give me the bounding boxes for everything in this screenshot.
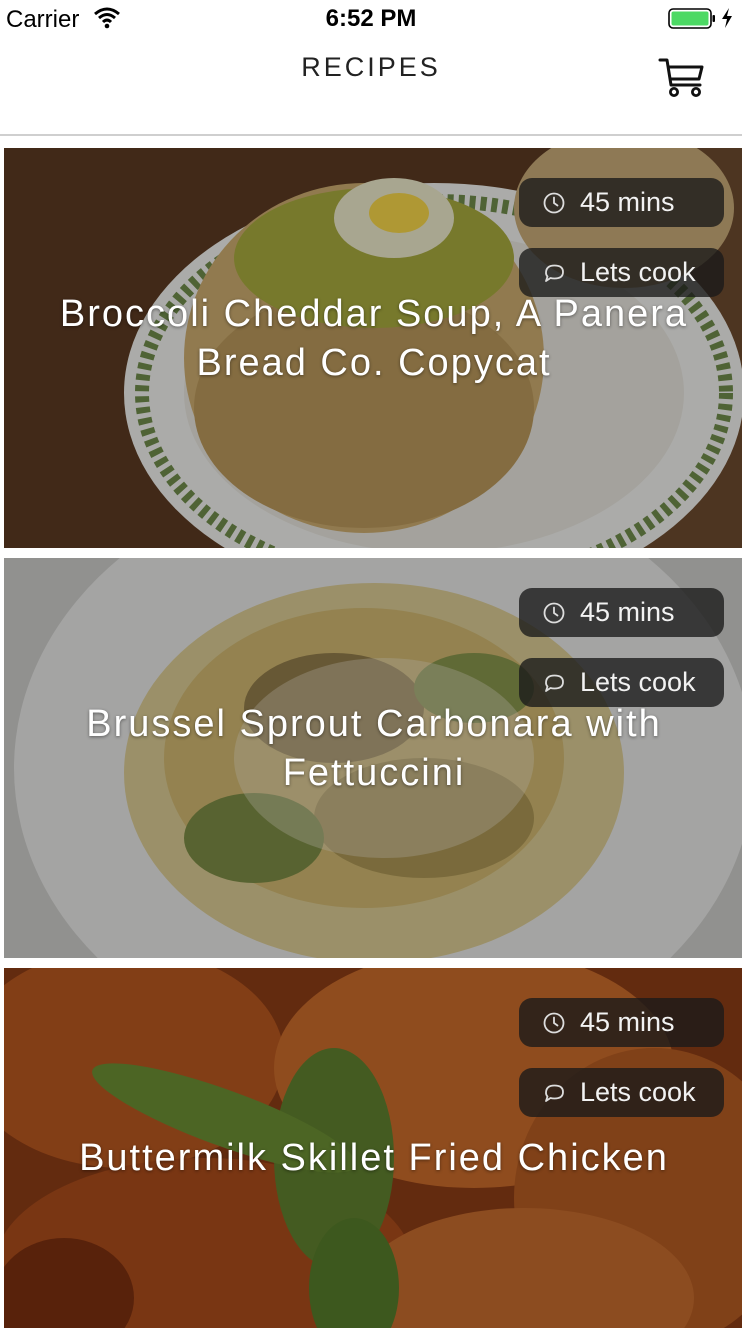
clock-icon [543, 1012, 565, 1034]
recipe-list: 45 mins Lets cook Broccoli Cheddar Soup,… [4, 148, 742, 1328]
recipe-card[interactable]: 45 mins Lets cook Buttermilk Skillet Fri… [4, 968, 742, 1328]
cook-time-badge: 45 mins [519, 588, 724, 637]
charging-bolt-icon [722, 8, 732, 28]
recipe-title: Brussel Sprout Carbonara with Fettuccini [86, 703, 662, 794]
navigation-bar: RECIPES [0, 40, 742, 136]
clock-icon [543, 192, 565, 214]
clock-time: 6:52 PM [325, 5, 417, 32]
cook-time-label: 45 mins [580, 187, 675, 217]
cook-time-badge: 45 mins [519, 998, 724, 1047]
chat-bubble-icon [545, 264, 564, 282]
recipe-title: Buttermilk Skillet Fried Chicken [79, 1137, 669, 1179]
cook-time-label: 45 mins [580, 1007, 675, 1037]
battery-icon [668, 8, 715, 29]
lets-cook-label: Lets cook [580, 667, 696, 697]
recipe-title: Broccoli Cheddar Soup, A Panera Bread Co… [59, 293, 689, 384]
lets-cook-button[interactable]: Lets cook [519, 1068, 724, 1117]
recipe-card[interactable]: 45 mins Lets cook Brussel Sprout Carbona… [4, 558, 742, 958]
chat-bubble-icon [545, 674, 564, 692]
cook-time-label: 45 mins [580, 597, 675, 627]
lets-cook-label: Lets cook [580, 1077, 696, 1107]
status-bar: Carrier 6:52 PM [0, 0, 742, 40]
page-title: RECIPES [301, 52, 441, 82]
lets-cook-label: Lets cook [580, 257, 696, 287]
clock-icon [543, 602, 565, 624]
shopping-cart-icon[interactable] [656, 54, 708, 100]
cook-time-badge: 45 mins [519, 178, 724, 227]
chat-bubble-icon [545, 1084, 564, 1102]
recipe-card[interactable]: 45 mins Lets cook Broccoli Cheddar Soup,… [4, 148, 742, 548]
